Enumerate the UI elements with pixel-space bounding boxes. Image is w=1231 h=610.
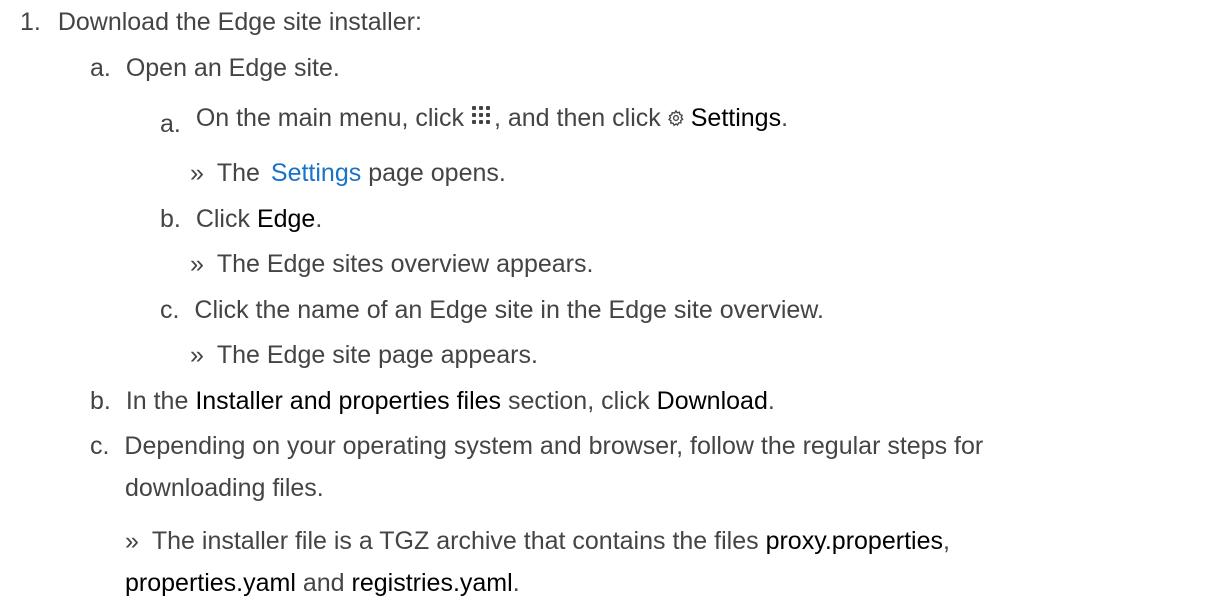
- step-1b: b. In the Installer and properties files…: [90, 386, 775, 416]
- step-number: b.: [160, 205, 181, 233]
- file-registries-yaml: registries.yaml: [351, 569, 513, 597]
- section-name: Installer and properties files: [195, 387, 502, 415]
- step-text: Open an Edge site.: [125, 54, 340, 82]
- step-1a-b-result: » The Edge sites overview appears.: [190, 249, 593, 279]
- step-1a-c: c. Click the name of an Edge site in the…: [160, 295, 824, 325]
- step-1c-result: » The installer file is a TGZ archive th…: [125, 526, 950, 556]
- punctuation: .: [781, 104, 789, 132]
- result-text-and: and: [302, 569, 345, 597]
- step-text-mid: section, click: [508, 387, 650, 415]
- settings-label: Settings: [690, 104, 782, 132]
- step-text-line1: Depending on your operating system and b…: [124, 432, 984, 460]
- step-1a-c-result: » The Edge site page appears.: [190, 340, 538, 370]
- step-1a-a-result: » The Settings page opens.: [190, 158, 506, 188]
- settings-link[interactable]: Settings: [271, 159, 361, 187]
- step-number: c.: [160, 296, 180, 324]
- punctuation: ,: [942, 527, 950, 555]
- result-marker: »: [190, 341, 204, 369]
- result-marker: »: [190, 159, 204, 187]
- edge-label: Edge: [256, 205, 316, 233]
- result-text: The Edge site page appears.: [216, 341, 538, 369]
- file-properties-yaml: properties.yaml: [125, 569, 296, 597]
- punctuation: .: [512, 569, 520, 597]
- file-proxy-properties: proxy.properties: [765, 527, 943, 555]
- result-text-pre: The: [216, 159, 260, 187]
- step-number: a.: [160, 110, 181, 138]
- step-text-pre: Click: [195, 205, 250, 233]
- result-text-post: page opens.: [368, 159, 506, 187]
- step-text-pre: On the main menu, click: [195, 104, 464, 132]
- step-1c-result-line2: properties.yaml and registries.yaml.: [125, 568, 520, 598]
- step-text-line2: downloading files.: [125, 474, 324, 502]
- punctuation: .: [315, 205, 323, 233]
- settings-gear-icon: [667, 104, 685, 127]
- apps-grid-icon: [471, 106, 490, 125]
- result-marker: »: [190, 250, 204, 278]
- step-1: 1. Download the Edge site installer:: [20, 7, 422, 37]
- step-number: 1.: [20, 8, 41, 36]
- step-text: Download the Edge site installer:: [57, 8, 422, 36]
- punctuation: .: [767, 387, 775, 415]
- step-number: a.: [90, 54, 111, 82]
- step-text-pre: In the: [125, 387, 189, 415]
- step-1a-b: b. Click Edge.: [160, 204, 322, 234]
- step-1a-a: a. On the main menu, click , and then cl…: [160, 103, 789, 138]
- step-text: Click the name of an Edge site in the Ed…: [194, 296, 824, 324]
- step-number: b.: [90, 387, 111, 415]
- step-text-mid: , and then click: [493, 104, 661, 132]
- result-text-pre: The installer file is a TGZ archive that…: [151, 527, 759, 555]
- download-label: Download: [656, 387, 768, 415]
- step-number: c.: [90, 432, 110, 460]
- step-1c-line2: downloading files.: [125, 473, 324, 503]
- result-text: The Edge sites overview appears.: [216, 250, 594, 278]
- step-1c: c. Depending on your operating system an…: [90, 431, 983, 461]
- result-marker: »: [125, 527, 139, 555]
- step-1a: a. Open an Edge site.: [90, 53, 340, 83]
